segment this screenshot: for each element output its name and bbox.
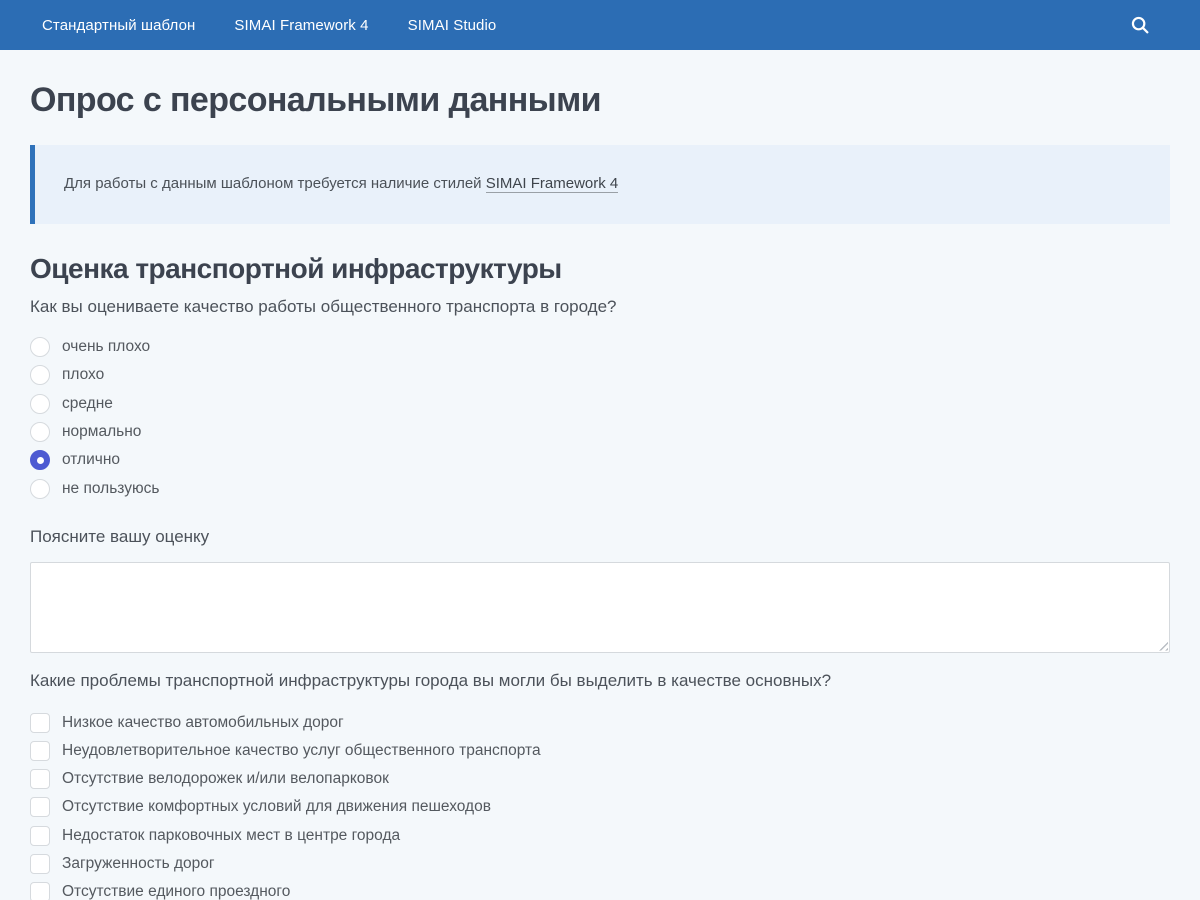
radio-button[interactable] — [30, 337, 50, 357]
checkbox[interactable] — [30, 769, 50, 789]
radio-option[interactable]: нормально — [30, 422, 1170, 442]
nav-item-simai-studio[interactable]: SIMAI Studio — [408, 17, 497, 34]
checkbox-option-label: Недостаток парковочных мест в центре гор… — [62, 827, 400, 845]
comment-textarea[interactable] — [30, 562, 1170, 653]
search-icon — [1129, 14, 1151, 36]
radio-option-label: нормально — [62, 423, 141, 441]
checkbox-option-label: Загруженность дорог — [62, 855, 215, 873]
radio-option[interactable]: не пользуюсь — [30, 479, 1170, 499]
checkbox-option-label: Отсутствие велодорожек и/или велопарково… — [62, 770, 389, 788]
framework-notice: Для работы с данным шаблоном требуется н… — [30, 145, 1170, 224]
radio-option-label: средне — [62, 395, 113, 413]
main-nav: Стандартный шаблон SIMAI Framework 4 SIM… — [42, 17, 496, 34]
checkbox-option[interactable]: Отсутствие единого проездного — [30, 882, 1170, 900]
survey-page: Опрос с персональными данными Для работы… — [0, 81, 1200, 900]
checkbox-question-label: Какие проблемы транспортной инфраструкту… — [30, 670, 1170, 692]
radio-button[interactable] — [30, 394, 50, 414]
checkbox-option[interactable]: Отсутствие комфортных условий для движен… — [30, 797, 1170, 817]
page-title: Опрос с персональными данными — [30, 81, 1170, 120]
checkbox-option-label: Отсутствие комфортных условий для движен… — [62, 798, 491, 816]
checkbox-option-label: Отсутствие единого проездного — [62, 883, 290, 900]
framework-link[interactable]: SIMAI Framework 4 — [486, 175, 619, 193]
radio-question-label: Как вы оцениваете качество работы общест… — [30, 296, 1170, 318]
checkbox-option-label: Неудовлетворительное качество услуг обще… — [62, 742, 541, 760]
checkbox-option-label: Низкое качество автомобильных дорог — [62, 714, 344, 732]
radio-button[interactable] — [30, 422, 50, 442]
checkbox-group: Низкое качество автомобильных дорог Неуд… — [30, 713, 1170, 900]
radio-option-label: не пользуюсь — [62, 480, 159, 498]
radio-option[interactable]: средне — [30, 394, 1170, 414]
nav-item-standard-template[interactable]: Стандартный шаблон — [42, 17, 195, 34]
radio-option-label: отлично — [62, 451, 120, 469]
radio-option-label: плохо — [62, 366, 104, 384]
radio-option[interactable]: плохо — [30, 365, 1170, 385]
checkbox-option[interactable]: Неудовлетворительное качество услуг обще… — [30, 741, 1170, 761]
top-navigation-bar: Стандартный шаблон SIMAI Framework 4 SIM… — [0, 0, 1200, 50]
checkbox-option[interactable]: Отсутствие велодорожек и/или велопарково… — [30, 769, 1170, 789]
section-title: Оценка транспортной инфраструктуры — [30, 253, 1170, 285]
radio-button[interactable] — [30, 479, 50, 499]
checkbox[interactable] — [30, 854, 50, 874]
checkbox[interactable] — [30, 741, 50, 761]
checkbox[interactable] — [30, 713, 50, 733]
checkbox[interactable] — [30, 797, 50, 817]
radio-option-selected[interactable]: отлично — [30, 450, 1170, 470]
checkbox-option[interactable]: Загруженность дорог — [30, 854, 1170, 874]
comment-field-label: Поясните вашу оценку — [30, 527, 1170, 547]
radio-option[interactable]: очень плохо — [30, 337, 1170, 357]
radio-button[interactable] — [30, 365, 50, 385]
comment-field-wrap — [30, 562, 1170, 653]
checkbox-option[interactable]: Недостаток парковочных мест в центре гор… — [30, 826, 1170, 846]
checkbox-option[interactable]: Низкое качество автомобильных дорог — [30, 713, 1170, 733]
nav-item-simai-framework[interactable]: SIMAI Framework 4 — [234, 17, 368, 34]
notice-text: Для работы с данным шаблоном требуется н… — [64, 175, 486, 192]
search-button[interactable] — [1122, 7, 1158, 43]
radio-group: очень плохо плохо средне нормально отлич… — [30, 337, 1170, 498]
checkbox[interactable] — [30, 882, 50, 900]
radio-button-checked[interactable] — [30, 450, 50, 470]
radio-option-label: очень плохо — [62, 338, 150, 356]
checkbox[interactable] — [30, 826, 50, 846]
